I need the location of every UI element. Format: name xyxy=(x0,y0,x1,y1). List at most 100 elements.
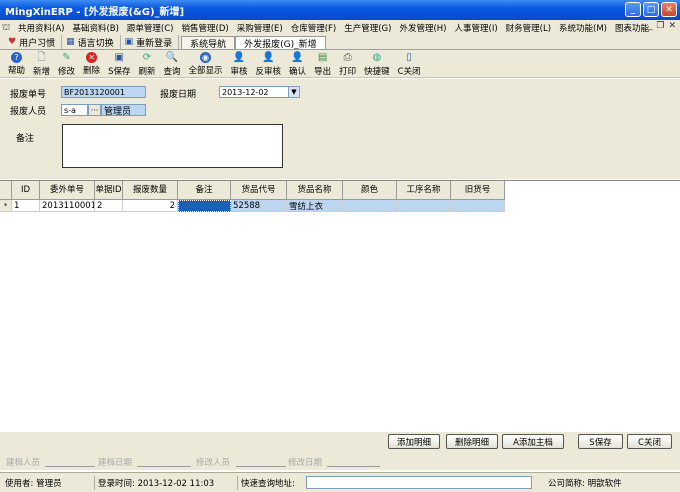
col-item-name[interactable]: 货品名称 xyxy=(287,181,343,200)
close-door-icon: ▯ xyxy=(406,51,412,63)
header-form: 报废单号 BF2013120001 报废日期 2013-12-02 ▼ 报废人员… xyxy=(0,79,680,179)
export-button[interactable]: ▤ 导出 xyxy=(310,50,335,78)
scrap-date-label: 报废日期 xyxy=(160,90,197,100)
modify-date-value xyxy=(327,466,380,467)
quick-tab-strip: ♥ 用户习惯 ▦ 语言切换 ▣ 重新登录 系统导航 外发报废(G)_新增 xyxy=(0,35,680,50)
create-date-label: 建档日期 xyxy=(98,458,133,468)
cell-remark[interactable] xyxy=(178,200,231,212)
menu-sales[interactable]: 销售管理(D) xyxy=(178,22,233,34)
scrap-date-picker[interactable]: 2013-12-02 ▼ xyxy=(219,86,300,98)
edit-pencil-icon: ✎ xyxy=(62,51,71,63)
remark-textarea[interactable] xyxy=(62,124,283,168)
col-remark[interactable]: 备注 xyxy=(178,181,231,200)
date-dropdown-icon[interactable]: ▼ xyxy=(288,87,299,97)
window-title: MingXinERP - [外发报废(&G)_新增] xyxy=(5,6,185,18)
user-habit-tab[interactable]: ♥ 用户习惯 xyxy=(4,35,63,49)
save-button[interactable]: ▣ S保存 xyxy=(104,50,134,78)
mdi-restore-icon[interactable]: ❐ xyxy=(656,21,664,31)
status-login-time: 登录时间: 2013-12-02 11:03 xyxy=(95,476,238,490)
tab-outsource-scrap-new[interactable]: 外发报废(G)_新增 xyxy=(235,36,326,50)
show-all-button[interactable]: ◉ 全部显示 xyxy=(185,50,227,78)
shortcut-button[interactable]: ◍ 快捷键 xyxy=(360,50,394,78)
maximize-button[interactable]: □ xyxy=(643,2,659,17)
quick-query-address-input[interactable] xyxy=(306,476,532,489)
audit-button[interactable]: 👤 审核 xyxy=(227,50,252,78)
close-window-button[interactable]: ✕ xyxy=(661,2,677,17)
cell-scrap-qty[interactable]: 2 xyxy=(123,200,178,212)
remark-label: 备注 xyxy=(16,134,35,144)
add-detail-button[interactable]: 添加明细 xyxy=(388,434,440,449)
confirm-button[interactable]: 👤 确认 xyxy=(285,50,310,78)
cell-process-name[interactable] xyxy=(397,200,451,212)
menu-warehouse[interactable]: 仓库管理(F) xyxy=(287,22,341,34)
mdi-close-icon[interactable]: ✕ xyxy=(668,21,676,31)
app-logo-icon: ⛫ xyxy=(2,22,11,33)
cell-item-name[interactable]: 雪纺上衣 xyxy=(287,200,343,212)
tab-system-nav[interactable]: 系统导航 xyxy=(181,36,236,50)
unaudit-button[interactable]: 👤 反审核 xyxy=(252,50,286,78)
minimize-button[interactable]: _ xyxy=(625,2,641,17)
col-doc-id[interactable]: 单据ID xyxy=(95,181,123,200)
unaudit-user-icon: 👤 xyxy=(262,51,275,63)
help-button[interactable]: ? 帮助 xyxy=(4,50,29,78)
cell-outsource-no[interactable]: 2013110001 xyxy=(40,200,95,212)
refresh-button[interactable]: ⟳ 刷新 xyxy=(134,50,159,78)
mdi-minimize-icon[interactable]: _ xyxy=(648,21,653,31)
query-icon: 🔍 xyxy=(165,51,179,63)
delete-detail-button[interactable]: 删除明细 xyxy=(446,434,498,449)
menu-order-tracking[interactable]: 跟单管理(C) xyxy=(123,22,178,34)
menu-purchase[interactable]: 采购管理(E) xyxy=(233,22,287,34)
audit-info-row: 建档人员 建档日期 修改人员 修改日期 xyxy=(0,452,680,470)
col-scrap-qty[interactable]: 报废数量 xyxy=(123,181,178,200)
save-disk-icon: ▣ xyxy=(114,51,124,63)
bottom-close-button[interactable]: C关闭 xyxy=(627,434,672,449)
table-row[interactable]: * 1 2013110001 2 2 52588 雪纺上衣 xyxy=(0,200,505,212)
menu-charts[interactable]: 图表功能 xyxy=(611,22,653,34)
status-quick-query-label: 快速查询地址: xyxy=(241,479,295,489)
doc-no-field[interactable]: BF2013120001 xyxy=(61,86,146,98)
modify-date-label: 修改日期 xyxy=(288,458,323,468)
edit-button[interactable]: ✎ 修改 xyxy=(54,50,79,78)
menu-basic-data[interactable]: 基础资料(B) xyxy=(68,22,122,34)
col-old-item-no[interactable]: 旧货号 xyxy=(451,181,505,200)
cell-color[interactable] xyxy=(343,200,397,212)
language-switch-tab[interactable]: ▦ 语言切换 xyxy=(62,35,121,49)
col-outsource-no[interactable]: 委外单号 xyxy=(40,181,95,200)
person-lookup-button[interactable]: ··· xyxy=(88,104,101,116)
cell-doc-id[interactable]: 2 xyxy=(95,200,123,212)
window-title-bar: MingXinERP - [外发报废(&G)_新增] _ □ ✕ xyxy=(0,0,680,20)
close-form-button[interactable]: ▯ C关闭 xyxy=(394,50,425,78)
modifier-label: 修改人员 xyxy=(196,458,231,468)
add-master-button[interactable]: A添加主档 xyxy=(502,434,564,449)
toolbar: ? 帮助 🗋 新增 ✎ 修改 ✕ 删除 ▣ S保存 ⟳ 刷新 🔍 查询 ◉ 全部… xyxy=(0,50,680,78)
menu-production[interactable]: 生产管理(G) xyxy=(340,22,395,34)
col-item-code[interactable]: 货品代号 xyxy=(231,181,287,200)
col-color[interactable]: 颜色 xyxy=(343,181,397,200)
bottom-save-button[interactable]: S保存 xyxy=(578,434,623,449)
detail-grid: ID 委外单号 单据ID 报废数量 备注 货品代号 货品名称 颜色 工序名称 旧… xyxy=(0,180,680,432)
audit-user-icon: 👤 xyxy=(232,51,246,63)
cell-id[interactable]: 1 xyxy=(12,200,40,212)
menu-shared-data[interactable]: 共用资料(A) xyxy=(14,22,68,34)
menu-finance[interactable]: 财务管理(L) xyxy=(502,22,555,34)
language-icon: ▦ xyxy=(66,37,75,47)
confirm-user-icon: 👤 xyxy=(291,51,304,63)
cell-old-item-no[interactable] xyxy=(451,200,505,212)
delete-button[interactable]: ✕ 删除 xyxy=(79,50,104,78)
col-process-name[interactable]: 工序名称 xyxy=(397,181,451,200)
grid-header: ID 委外单号 单据ID 报废数量 备注 货品代号 货品名称 颜色 工序名称 旧… xyxy=(0,181,505,200)
help-icon: ? xyxy=(11,52,22,63)
menu-hr[interactable]: 人事管理(I) xyxy=(451,22,502,34)
menu-outsourcing[interactable]: 外发管理(H) xyxy=(395,22,450,34)
scrap-person-code-field[interactable]: s-a xyxy=(61,104,88,116)
doc-no-label: 报废单号 xyxy=(10,90,47,100)
query-button[interactable]: 🔍 查询 xyxy=(159,50,184,78)
status-company: 公司简称: 明歆软件 xyxy=(548,479,622,489)
menu-system[interactable]: 系统功能(M) xyxy=(555,22,611,34)
col-id[interactable]: ID xyxy=(12,181,40,200)
refresh-icon: ⟳ xyxy=(142,51,152,63)
relogin-tab[interactable]: ▣ 重新登录 xyxy=(121,35,180,49)
cell-item-code[interactable]: 52588 xyxy=(231,200,287,212)
add-button[interactable]: 🗋 新增 xyxy=(29,50,54,78)
print-button[interactable]: ⎙ 打印 xyxy=(335,50,360,78)
